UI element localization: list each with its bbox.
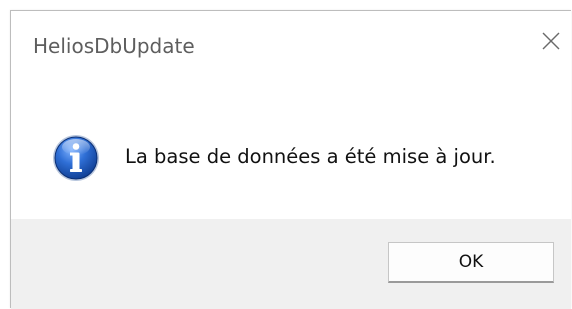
- ok-button[interactable]: OK: [388, 242, 554, 283]
- window-title: HeliosDbUpdate: [33, 34, 195, 58]
- button-bar: OK: [11, 219, 571, 309]
- close-button[interactable]: [537, 27, 565, 55]
- dialog-body: La base de données a été mise à jour.: [11, 79, 571, 219]
- message-text: La base de données a été mise à jour.: [125, 145, 496, 168]
- title-bar: HeliosDbUpdate: [11, 11, 571, 79]
- close-icon: [542, 32, 560, 50]
- message-dialog: HeliosDbUpdate La base de données a été …: [10, 10, 571, 309]
- info-icon: [53, 135, 99, 181]
